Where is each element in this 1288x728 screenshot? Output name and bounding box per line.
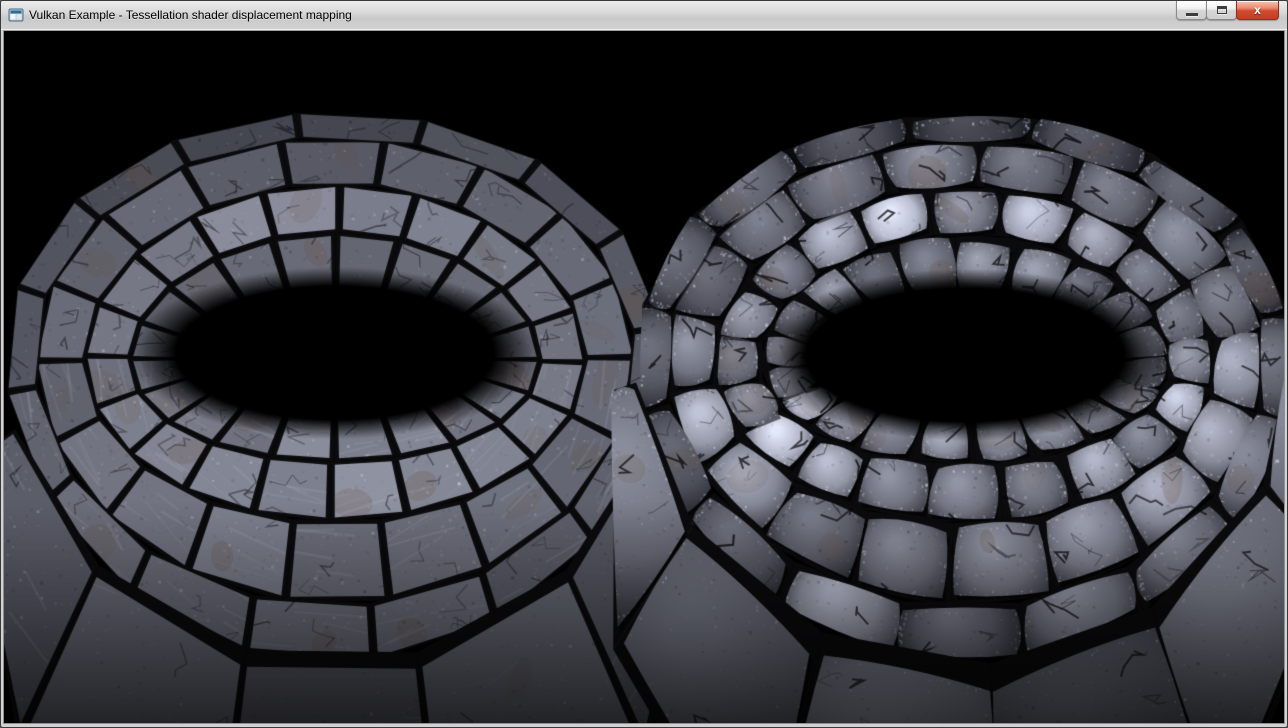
vulkan-3d-viewport[interactable] [4,31,1284,723]
titlebar[interactable]: Vulkan Example - Tessellation shader dis… [1,1,1287,30]
render-area [3,30,1285,724]
close-button[interactable]: x [1236,1,1279,20]
maximize-icon [1217,6,1227,14]
window-controls: x [1177,1,1279,20]
close-icon: x [1254,4,1261,16]
minimize-button[interactable] [1176,1,1207,20]
application-icon [8,7,24,23]
minimize-icon [1186,13,1198,16]
maximize-button[interactable] [1206,1,1237,20]
window-title: Vulkan Example - Tessellation shader dis… [29,8,352,22]
app-window: Vulkan Example - Tessellation shader dis… [0,0,1288,728]
